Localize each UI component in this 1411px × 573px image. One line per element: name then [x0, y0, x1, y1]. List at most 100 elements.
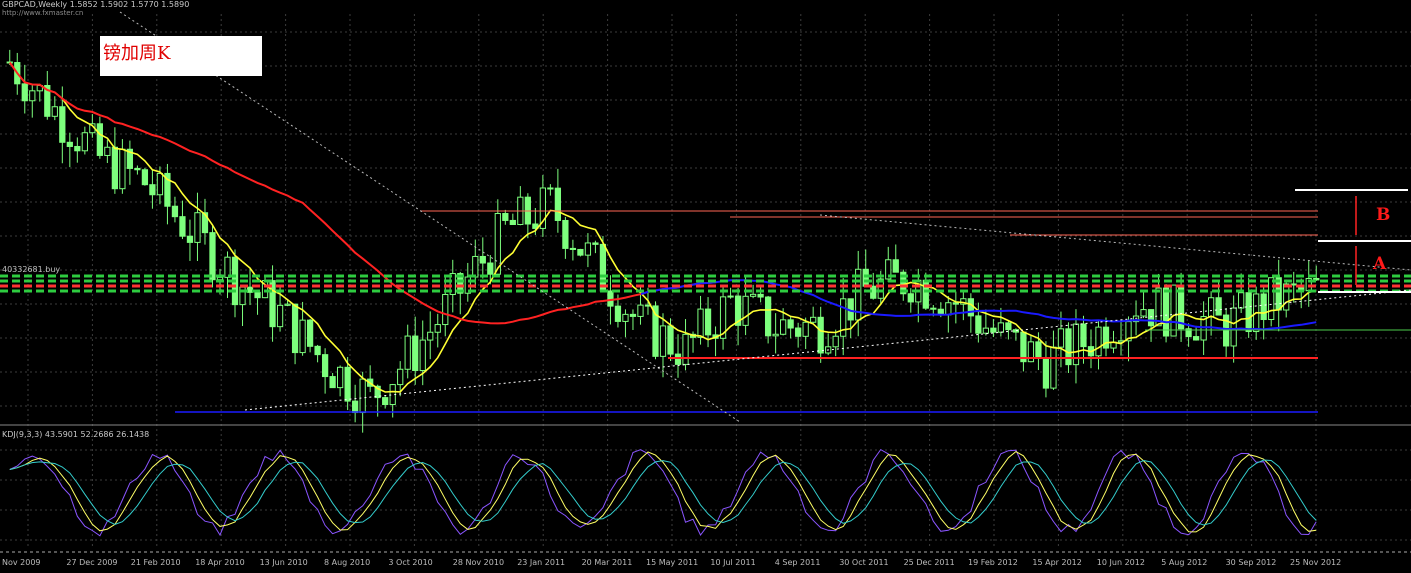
candle-body — [156, 172, 164, 196]
candle-body — [21, 83, 28, 102]
candle-body — [509, 219, 516, 226]
x-tick-label: 19 Feb 2012 — [968, 558, 1018, 567]
candle-body — [104, 146, 111, 156]
title-box: 镑加周K — [100, 36, 262, 76]
candle-body — [682, 333, 689, 365]
candle-body — [892, 259, 899, 273]
candle-body — [945, 302, 952, 316]
candle-body — [284, 303, 291, 306]
candle-body — [209, 232, 216, 281]
x-tick-label: 13 Jun 2010 — [260, 558, 308, 567]
candle-body — [764, 296, 772, 337]
candle-body — [704, 308, 712, 336]
x-tick-label: 8 Aug 2010 — [324, 558, 370, 567]
candle-body — [780, 319, 787, 335]
candle-body — [547, 187, 554, 190]
candle-body — [607, 290, 614, 307]
candle-body — [787, 319, 794, 329]
candle-body — [659, 325, 667, 357]
candle-body — [967, 298, 974, 317]
x-tick-label: 18 Apr 2010 — [195, 558, 244, 567]
candle-body — [186, 235, 194, 243]
candle-body — [862, 268, 869, 287]
candle-body — [592, 242, 599, 245]
candle-body — [1095, 326, 1102, 357]
candle-body — [74, 145, 81, 152]
order-label: 40332681.buy — [2, 265, 61, 274]
x-tick-label: 5 Aug 2012 — [1161, 558, 1207, 567]
candle-body — [1140, 309, 1147, 317]
x-tick-label: 15 Apr 2012 — [1032, 558, 1081, 567]
candle-body — [194, 212, 201, 243]
candle-body — [382, 397, 389, 406]
candle-body — [314, 345, 321, 356]
candle-body — [1080, 323, 1087, 348]
x-tick-label: 21 Feb 2010 — [131, 558, 181, 567]
annotation-b: B — [1376, 205, 1391, 225]
candle-body — [404, 335, 411, 370]
candle-body — [1042, 357, 1050, 389]
x-tick-label: 10 Jun 2012 — [1097, 558, 1145, 567]
candle-body — [119, 148, 126, 190]
chart-title: 镑加周K — [103, 43, 171, 64]
candle-body — [697, 308, 704, 338]
candle-body — [990, 327, 997, 333]
annotation-a: A — [1373, 254, 1387, 274]
candle-body — [667, 325, 674, 355]
candle-body — [134, 167, 141, 171]
candle-body — [982, 327, 989, 334]
candle-body — [246, 286, 254, 293]
x-tick-label: 20 Mar 2011 — [582, 558, 633, 567]
candle-body — [1245, 292, 1252, 333]
chart-header: GBPCAD,Weekly 1.5852 1.5902 1.5770 1.589… — [2, 0, 190, 9]
candle-body — [637, 304, 644, 317]
candle-body — [306, 319, 314, 347]
candle-body — [141, 169, 149, 186]
candle-body — [66, 141, 73, 147]
candle-body — [29, 90, 36, 102]
candle-body — [502, 213, 509, 221]
candle-body — [727, 295, 734, 298]
candle-body — [749, 293, 757, 297]
candle-body — [359, 378, 366, 414]
candle-body — [674, 353, 682, 365]
price-chart[interactable]: Nov 2009 27 Dec 2009 21 Feb 2010 18 Apr 201… — [0, 0, 1411, 569]
candle-body — [216, 276, 224, 281]
candle-body — [907, 293, 914, 303]
candle-body — [427, 331, 434, 341]
watermark-text: http://www.fxmaster.cn — [2, 9, 84, 17]
candle-body — [742, 295, 749, 326]
candle-body — [1275, 277, 1282, 311]
candle-body — [487, 262, 494, 275]
candle-body — [1207, 297, 1215, 318]
candle-body — [772, 333, 779, 337]
candle-body — [412, 335, 419, 372]
candle-body — [344, 366, 351, 402]
candle-body — [96, 123, 103, 156]
candle-body — [817, 316, 824, 354]
candle-body — [472, 255, 479, 278]
candle-body — [569, 247, 577, 250]
x-tick-label: 30 Oct 2011 — [839, 558, 888, 567]
candle-body — [51, 106, 58, 117]
candle-body — [1170, 284, 1177, 337]
candle-body — [997, 322, 1005, 333]
candle-body — [1268, 277, 1275, 321]
candle-body — [802, 321, 809, 337]
candle-body — [337, 366, 344, 389]
x-tick-label: 3 Oct 2010 — [388, 558, 432, 567]
candle-body — [479, 255, 486, 264]
chart-root: Nov 2009 27 Dec 2009 21 Feb 2010 18 Apr 201… — [0, 0, 1411, 569]
candle-body — [810, 316, 817, 323]
x-tick-label: 15 May 2011 — [646, 558, 698, 567]
candle-body — [1283, 283, 1290, 311]
candle-body — [599, 243, 607, 292]
candle-body — [1147, 309, 1155, 327]
candle-body — [1057, 328, 1065, 348]
candle-body — [59, 106, 66, 143]
candle-body — [1230, 307, 1237, 347]
candle-body — [975, 315, 982, 334]
candle-body — [179, 216, 186, 237]
candle-body — [577, 248, 584, 256]
x-tick-label: 27 Dec 2009 — [66, 558, 117, 567]
